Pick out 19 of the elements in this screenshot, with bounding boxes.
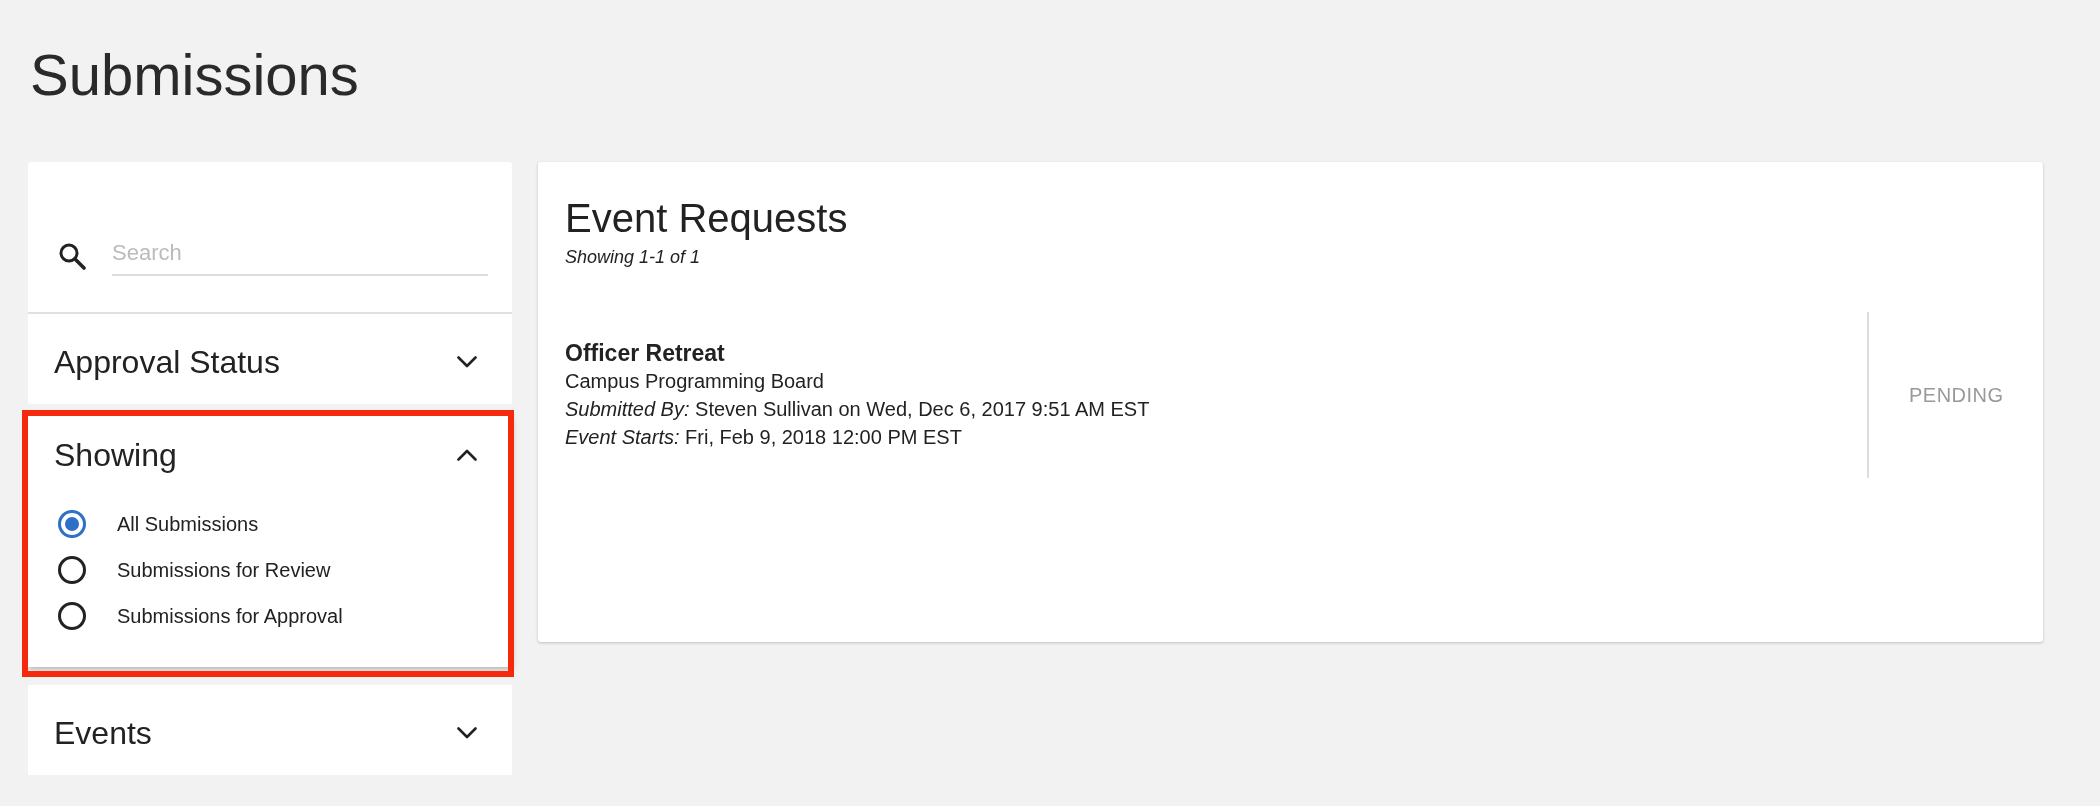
request-title[interactable]: Officer Retreat <box>565 339 1867 367</box>
event-start-line: Event Starts: Fri, Feb 9, 2018 12:00 PM EST <box>565 425 963 450</box>
radio-button[interactable] <box>58 602 86 630</box>
radio-label[interactable]: All Submissions <box>117 512 259 536</box>
section-header[interactable]: Approval Status <box>28 314 512 404</box>
radio-button[interactable] <box>58 510 86 538</box>
section-header[interactable]: Events <box>28 685 512 775</box>
radio-label[interactable]: Submissions for Review <box>117 558 331 582</box>
submitted-by-line: Submitted By: Steven Sullivan on Wed, Dec 6, 2017 9:51 AM EST <box>565 397 1151 422</box>
search-icon <box>58 242 86 270</box>
card-title: Event Requests <box>565 196 849 241</box>
radio-label[interactable]: Submissions for Approval <box>117 604 343 628</box>
page-title: Submissions <box>30 41 360 108</box>
section-header[interactable]: Showing <box>28 416 512 501</box>
search-field[interactable]: Search <box>112 240 488 276</box>
result-count: Showing 1-1 of 1 <box>565 247 702 267</box>
radio-button[interactable] <box>58 556 86 584</box>
organization-name: Campus Programming Board <box>565 369 825 394</box>
status-label: PENDING <box>1909 383 2004 407</box>
